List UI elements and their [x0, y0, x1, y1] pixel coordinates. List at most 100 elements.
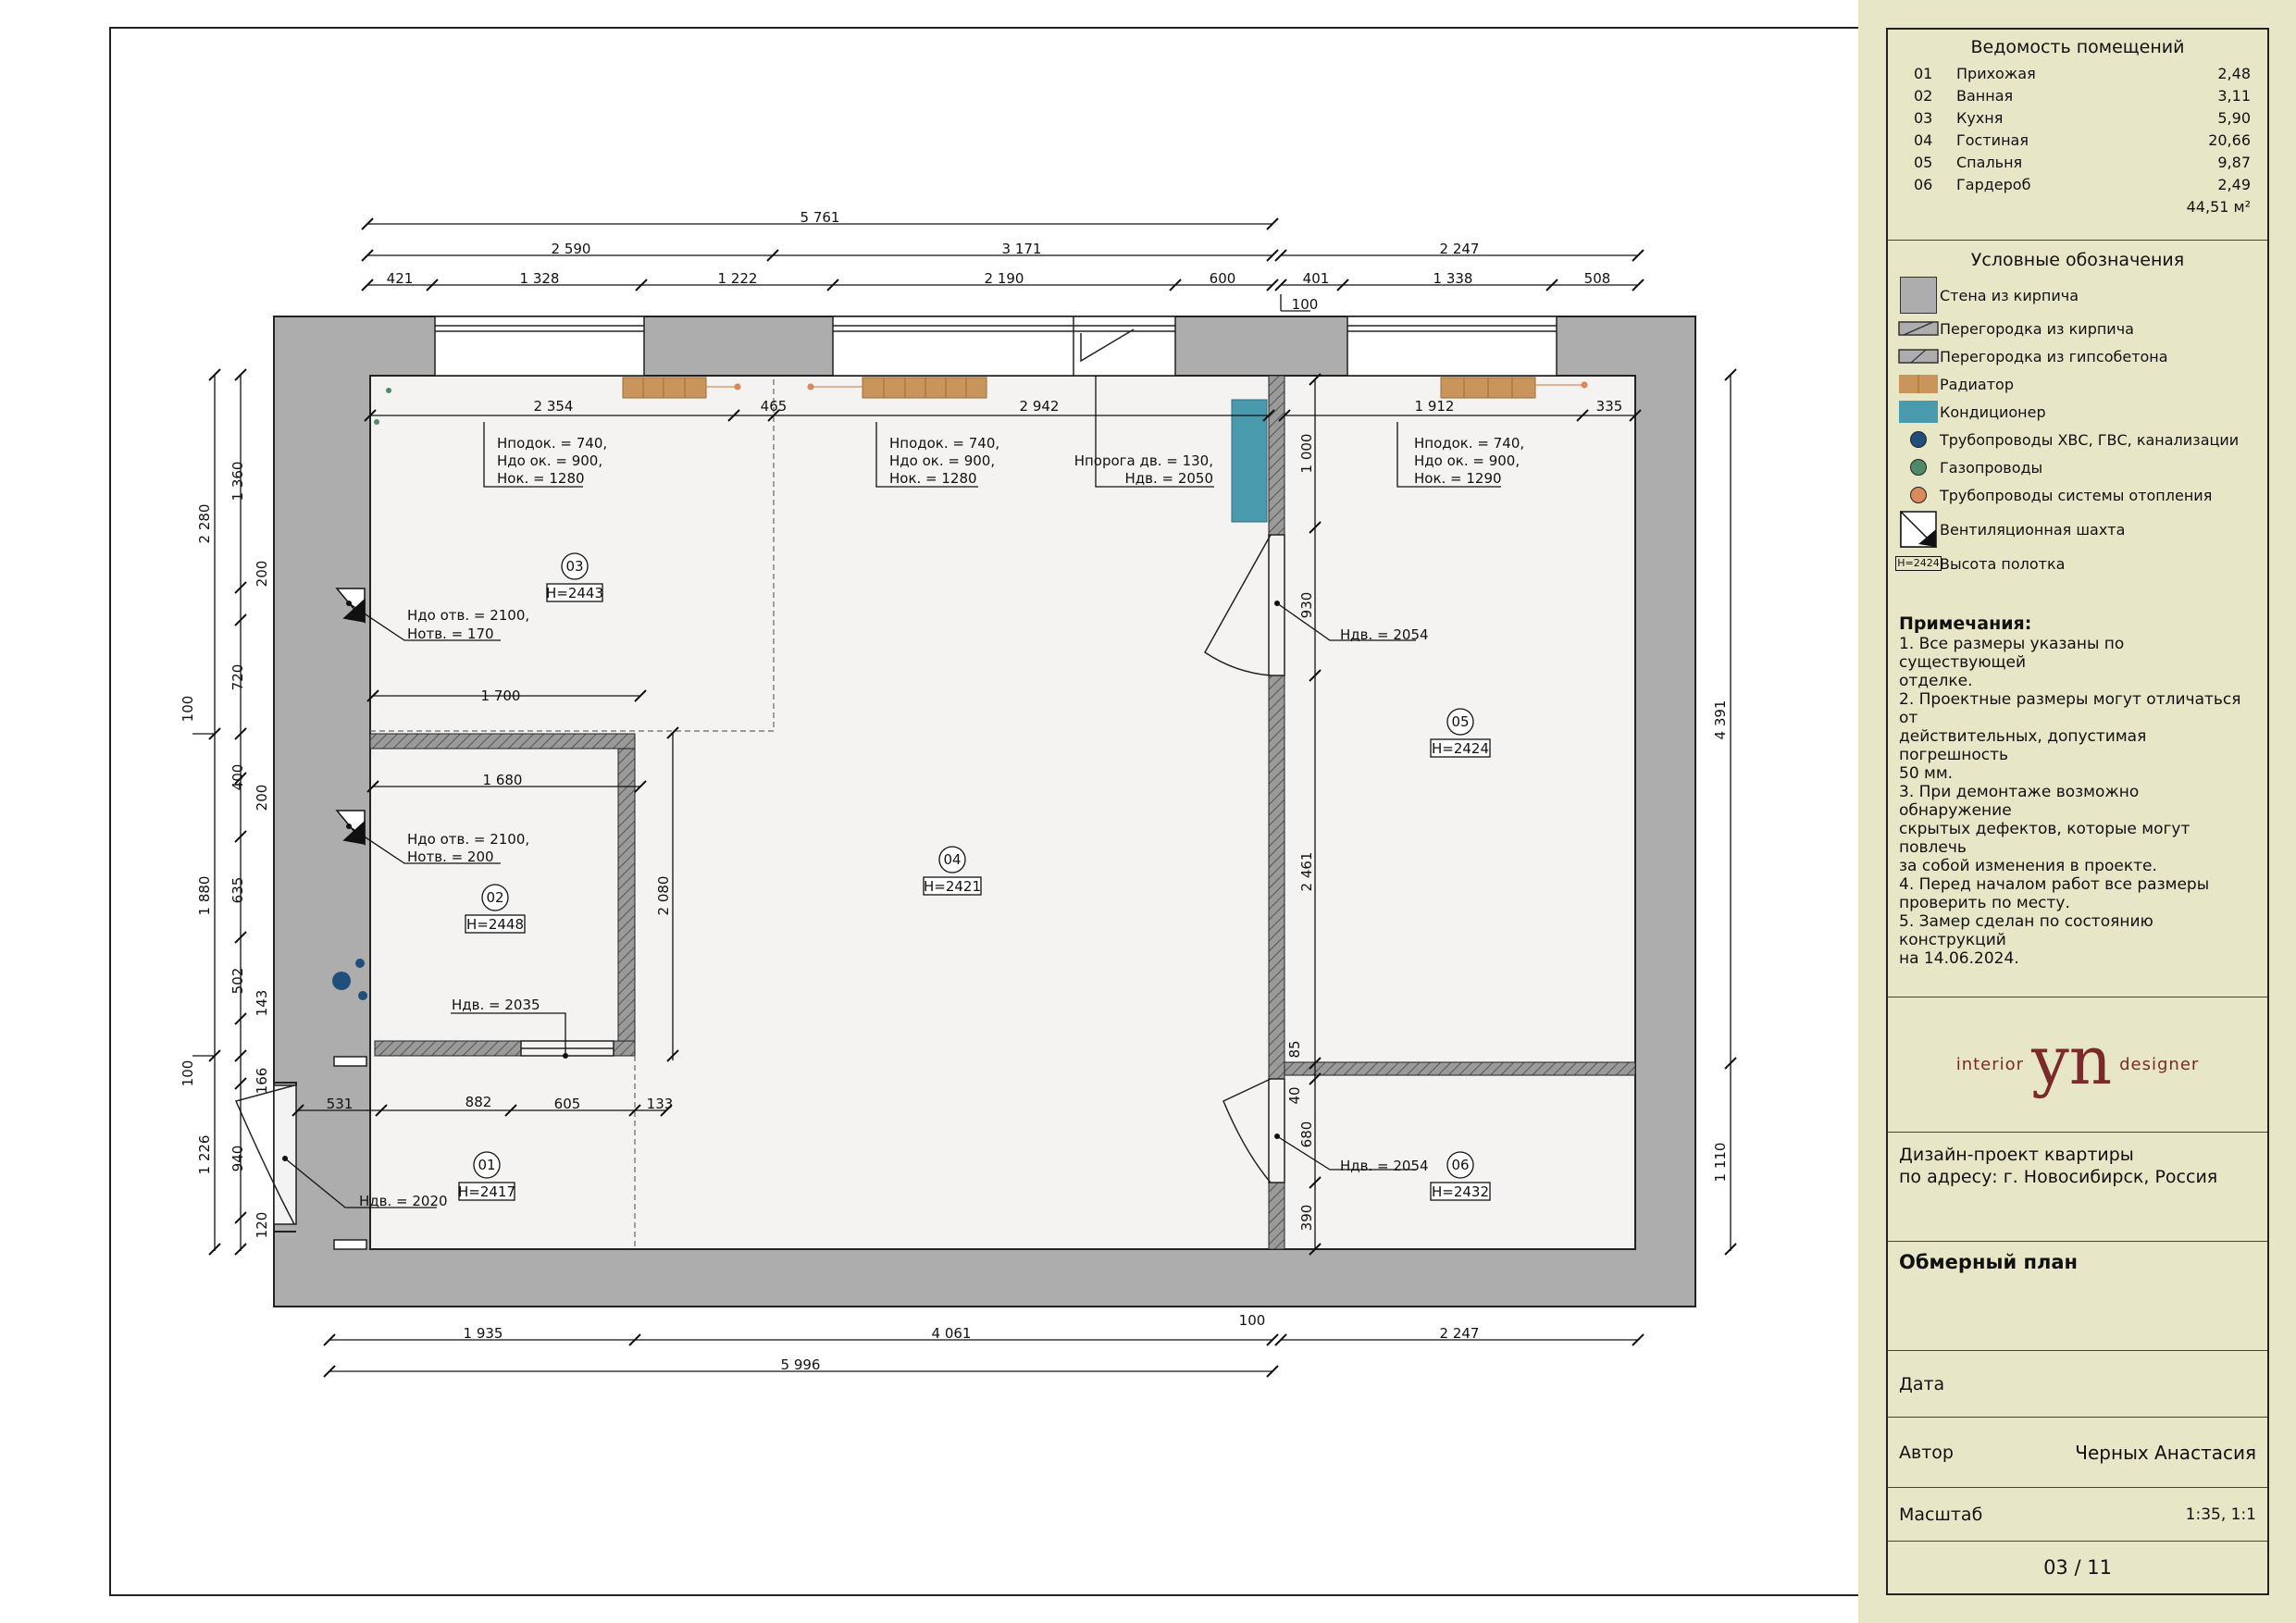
dim-left-inner: 1 360: [230, 462, 246, 502]
dim-inner: 465: [761, 398, 788, 415]
note-line: 4. Перед началом работ все размеры: [1899, 875, 2210, 894]
vent-note: Hотв. = 170: [407, 626, 494, 642]
project-line-1: Дизайн-проект квартиры: [1899, 1145, 2134, 1165]
room-row: 03 Кухня 5,90: [1888, 107, 2267, 130]
legend-item: Вентиляционная шахта: [1888, 509, 2267, 550]
dim-top: 2 590: [552, 241, 591, 257]
note-line: 2. Проектные размеры могут отличаться от: [1899, 690, 2241, 727]
dim-interior: 605: [554, 1096, 581, 1112]
window-note: Hдо ок. = 900,: [889, 452, 995, 469]
dim-interior: 2 080: [655, 876, 672, 916]
window-note: Hподок. = 740,: [497, 435, 607, 452]
dim-left-inner: 120: [254, 1212, 270, 1239]
legend-label: Газопроводы: [1940, 458, 2043, 477]
dim-top: 508: [1584, 270, 1611, 287]
dim-inner: 335: [1596, 398, 1623, 415]
scale-field: Масштаб 1:35, 1:1: [1888, 1488, 2267, 1542]
dim-left: 1 880: [196, 876, 213, 916]
room-number: 06: [1451, 1157, 1469, 1173]
room-num: 03: [1914, 109, 1933, 127]
gas-pipe: [386, 388, 391, 393]
legend-item: Перегородка из кирпича: [1888, 315, 2267, 342]
logo-text-left: interior: [1955, 1055, 2025, 1074]
dim-top: 401: [1303, 270, 1330, 287]
project-line-2: по адресу: г. Новосибирск, Россия: [1899, 1167, 2218, 1187]
dim-interior: 930: [1298, 592, 1315, 619]
legend-label: Перегородка из гипсобетона: [1940, 347, 2168, 365]
sheet-title: Обмерный план: [1899, 1251, 2079, 1273]
dim-top: 2 247: [1440, 241, 1480, 257]
legend-item: Перегородка из гипсобетона: [1888, 342, 2267, 370]
dim-wall-top: 100: [1292, 296, 1319, 313]
dim-interior: 85: [1286, 1040, 1303, 1058]
dim-left-inner: 502: [230, 968, 246, 995]
room-area: 20,66: [2208, 131, 2251, 149]
dim-inner: 1 912: [1415, 398, 1455, 415]
door-note: Hпорога дв. = 130,: [1074, 452, 1213, 469]
room-area: 5,90: [2217, 109, 2251, 127]
gas-pipe: [374, 419, 379, 425]
dim-left-inner: 200: [254, 785, 270, 812]
room-height: H=2443: [546, 585, 603, 601]
radiator-swatch: [1899, 375, 1938, 393]
dim-left: 100: [180, 1060, 196, 1087]
windows: [434, 316, 1558, 377]
rooms-schedule-title: Ведомость помещений: [1970, 37, 2185, 57]
legend-label: Стена из кирпича: [1940, 286, 2079, 304]
logo-text-right: designer: [2119, 1055, 2200, 1074]
note-line: 1. Все размеры указаны по существующей: [1899, 635, 2125, 672]
room-num: 05: [1914, 154, 1933, 171]
heating-pipe-icon: [1910, 487, 1927, 503]
gas-pipe-icon: [1910, 459, 1927, 476]
window-note: Hок. = 1290: [1414, 470, 1502, 487]
dim-top: 3 171: [1002, 241, 1042, 257]
wall-pier: [333, 1239, 367, 1250]
scale-label: Масштаб: [1899, 1504, 1983, 1525]
dim-interior: 1 000: [1298, 434, 1315, 474]
note-line: 5. Замер сделан по состоянию конструкций: [1899, 912, 2153, 949]
partition-bath-right: [617, 748, 636, 1057]
rooms-schedule: Ведомость помещений 01 Прихожая 2,48 02 Ван…: [1888, 30, 2267, 241]
date-field: Дата: [1888, 1351, 2267, 1418]
legend-label: Перегородка из кирпича: [1940, 319, 2134, 338]
page-number: 03 / 11: [2043, 1556, 2112, 1579]
ceiling-height-tag: H=2424: [1895, 556, 1942, 571]
brick-partition-swatch: [1898, 321, 1939, 336]
sheet-title-section: Обмерный план: [1888, 1242, 2267, 1351]
door-note: Hдв. = 2035: [452, 997, 540, 1013]
room-row: 06 Гардероб 2,49: [1888, 174, 2267, 196]
dim-left: 100: [180, 696, 196, 723]
room-height: H=2417: [458, 1183, 515, 1200]
note-line: проверить по месту.: [1899, 894, 2070, 912]
dim-bottom: 4 061: [932, 1325, 972, 1342]
legend-item: Кондиционер: [1888, 398, 2267, 426]
window-note: Hок. = 1280: [889, 470, 977, 487]
dim-interior: 1 700: [481, 688, 521, 704]
note-line: 50 мм.: [1899, 764, 1954, 783]
dim-right: 1 110: [1712, 1143, 1729, 1183]
dim-overall-top: 5 761: [800, 209, 840, 226]
wall-pier: [333, 1056, 367, 1067]
project-section: Дизайн-проект квартиры по адресу: г. Нов…: [1888, 1133, 2267, 1242]
room-number: 02: [486, 889, 503, 906]
window-note: Hподок. = 740,: [1414, 435, 1524, 452]
legend-label: Трубопроводы системы отопления: [1940, 486, 2213, 504]
door-note: Hдв. = 2054: [1340, 626, 1429, 643]
room-area: 3,11: [2217, 87, 2251, 105]
brick-wall-swatch: [1900, 277, 1937, 314]
room-number: 05: [1451, 713, 1469, 730]
scale-value: 1:35, 1:1: [2185, 1505, 2256, 1524]
dim-left-inner: 200: [254, 561, 270, 588]
note-line: действительных, допустимая погрешность: [1899, 727, 2147, 764]
door-note: Hдв. = 2050: [1124, 470, 1213, 487]
dim-top: 1 222: [718, 270, 758, 287]
room-number: 01: [478, 1157, 495, 1173]
vent-note: Hдо отв. = 2100,: [407, 831, 529, 848]
partition-kitchen-bath: [369, 733, 636, 750]
dim-bottom: 1 935: [464, 1325, 503, 1342]
room-row: 05 Спальня 9,87: [1888, 152, 2267, 174]
date-label: Дата: [1899, 1373, 1945, 1394]
note-line: отделке.: [1899, 672, 1973, 690]
note-line: скрытых дефектов, которые могут повлечь: [1899, 820, 2191, 857]
dim-top: 2 190: [985, 270, 1024, 287]
